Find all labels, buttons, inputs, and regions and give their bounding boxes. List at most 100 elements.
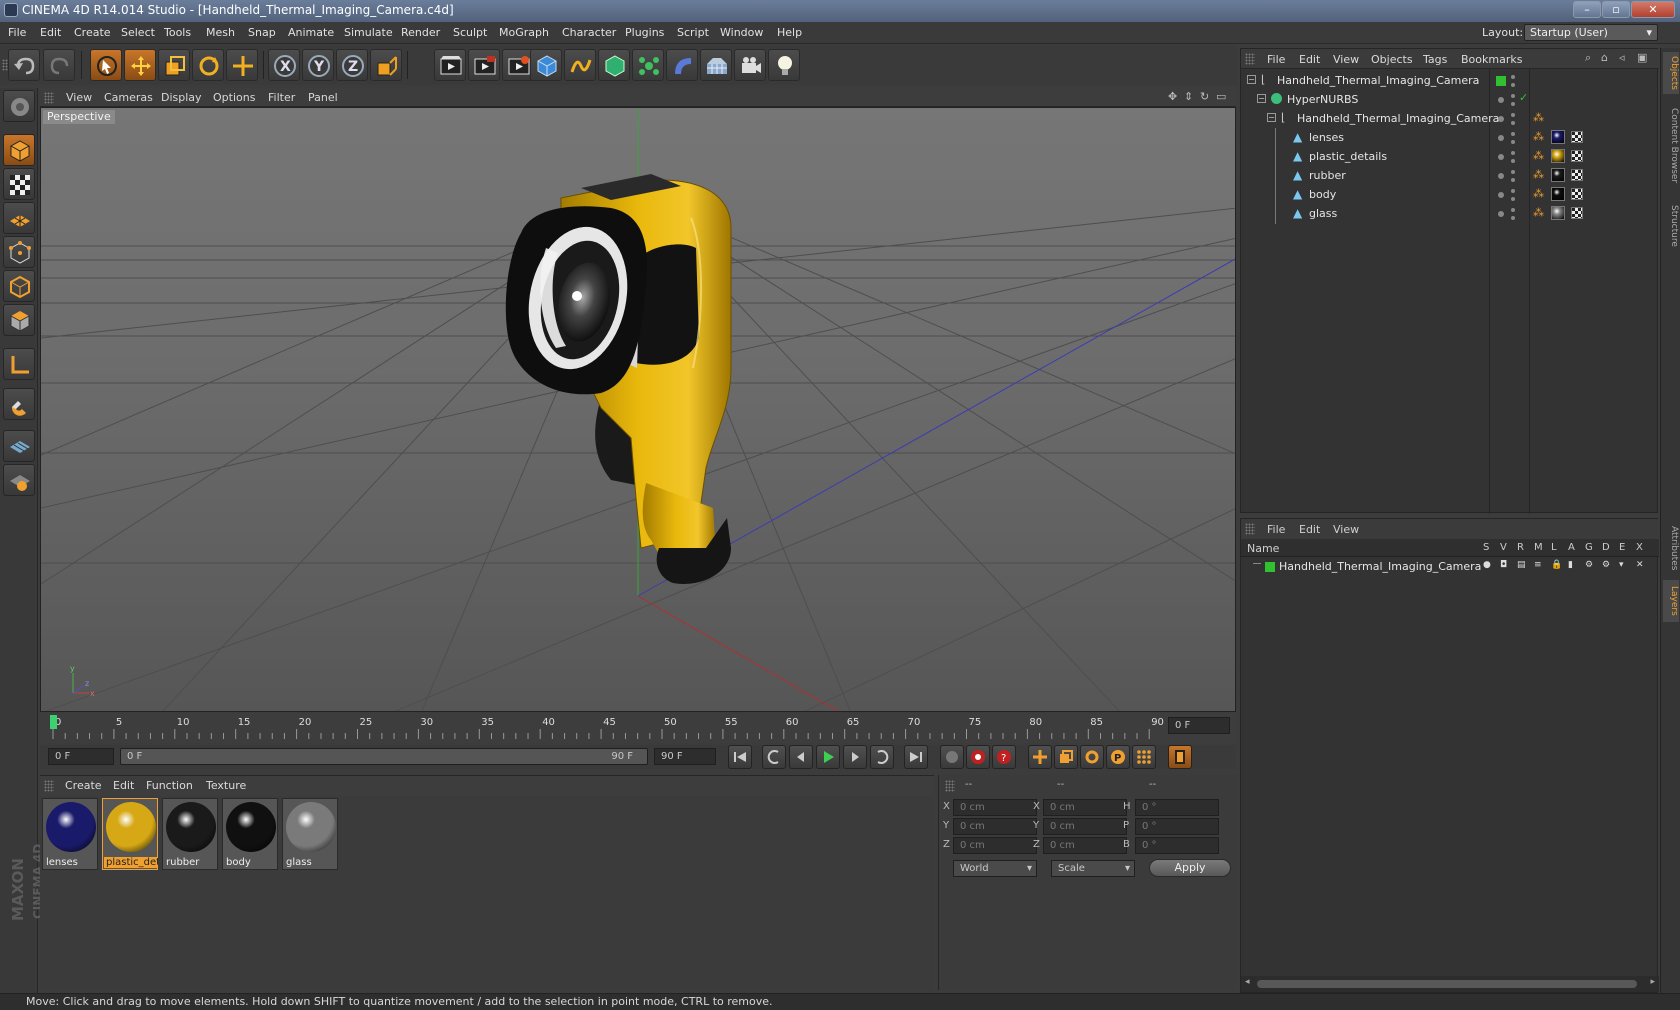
uvw-tag[interactable] <box>1571 188 1583 200</box>
coord-rotation-field[interactable]: 0 ° <box>1135 799 1219 816</box>
material-menu-create[interactable]: Create <box>65 779 102 792</box>
viewport-menu-filter[interactable]: Filter <box>268 91 295 104</box>
layer-col-m[interactable]: M <box>1534 542 1543 553</box>
menu-file[interactable]: File <box>8 26 26 39</box>
phong-tag-icon[interactable]: ⁂ <box>1533 187 1544 200</box>
goto-start-button[interactable] <box>728 745 752 769</box>
add-object-button[interactable] <box>226 49 258 81</box>
x-axis-lock-button[interactable]: X <box>268 49 300 81</box>
layer-col-d[interactable]: D <box>1602 542 1610 553</box>
object-row-body[interactable]: ▲ body ⁂ <box>1241 185 1659 205</box>
key-position-button[interactable] <box>1028 745 1052 769</box>
object-row-plastic-details[interactable]: ▲ plastic_details ⁂ <box>1241 147 1659 167</box>
menu-script[interactable]: Script <box>677 26 709 39</box>
layer-color-swatch[interactable] <box>1265 562 1275 572</box>
model-mode-button[interactable] <box>3 134 35 166</box>
viewport-pan-icon[interactable]: ✥ <box>1168 90 1177 103</box>
goto-end-button[interactable] <box>904 745 928 769</box>
locked-workplane-button[interactable] <box>3 464 35 496</box>
layer-toggle-m-icon[interactable]: ≡ <box>1534 560 1542 570</box>
collapse-toggle[interactable]: − <box>1267 113 1276 122</box>
rotate-button[interactable] <box>192 49 224 81</box>
material-tag[interactable] <box>1551 130 1565 144</box>
viewport-menu-cameras[interactable]: Cameras <box>104 91 153 104</box>
tab-content-browser[interactable]: Content Browser <box>1663 100 1679 192</box>
uvw-tag[interactable] <box>1571 207 1583 219</box>
render-visibility-dot[interactable] <box>1511 178 1515 182</box>
apply-button[interactable]: Apply <box>1149 859 1231 877</box>
menu-mesh[interactable]: Mesh <box>206 26 235 39</box>
redo-button[interactable] <box>43 49 75 81</box>
layer-col-l[interactable]: L <box>1551 542 1557 553</box>
layer-horizontal-scrollbar[interactable]: ◂ ▸ <box>1241 976 1659 992</box>
maximize-button[interactable]: ▫ <box>1602 1 1630 18</box>
tab-objects[interactable]: Objects <box>1663 52 1679 94</box>
undo-button[interactable] <box>8 49 40 81</box>
end-frame-field[interactable]: 90 F <box>654 748 716 765</box>
coord-mode-select[interactable]: World ▾ <box>953 860 1037 877</box>
menu-edit[interactable]: Edit <box>40 26 61 39</box>
scroll-left-icon[interactable]: ◂ <box>1245 977 1250 987</box>
object-menu-view[interactable]: View <box>1333 53 1359 66</box>
points-mode-button[interactable] <box>3 236 35 268</box>
coord-position-field[interactable]: 0 cm <box>953 837 1037 854</box>
editor-visibility-dot[interactable] <box>1511 189 1515 193</box>
frame-range-slider[interactable]: 0 F 90 F <box>120 748 648 765</box>
mograph-cloner-button[interactable] <box>632 49 664 81</box>
editor-visibility-dot[interactable] <box>1498 211 1504 217</box>
timeline-playhead[interactable] <box>50 715 57 729</box>
play-button[interactable] <box>816 745 840 769</box>
object-row-glass[interactable]: ▲ glass ⁂ <box>1241 204 1659 224</box>
layer-menu-edit[interactable]: Edit <box>1299 523 1320 536</box>
phong-tag-icon[interactable]: ⁂ <box>1533 130 1544 143</box>
key-scale-button[interactable] <box>1054 745 1078 769</box>
timeline-ruler[interactable]: 0 5 10 15 20 25 30 35 40 45 50 55 60 65 70 75 80 85 90 0 F <box>40 713 1236 743</box>
move-button[interactable] <box>124 49 156 81</box>
layer-toggle-s-icon[interactable]: ● <box>1483 560 1491 570</box>
material-plastic-det[interactable]: plastic_det <box>102 798 158 870</box>
tab-layers[interactable]: Layers <box>1663 580 1679 622</box>
coord-size-field[interactable]: 0 cm <box>1043 818 1127 835</box>
current-frame-field[interactable]: 0 F <box>1168 717 1230 734</box>
coord-size-field[interactable]: 0 cm <box>1043 799 1127 816</box>
autokeying-button[interactable]: ? <box>992 745 1016 769</box>
collapse-toggle[interactable]: − <box>1247 75 1256 84</box>
layer-col-s[interactable]: S <box>1483 542 1489 553</box>
coordinate-system-button[interactable] <box>370 49 402 81</box>
magnet-tweak-button[interactable] <box>3 388 35 420</box>
render-visibility-dot[interactable] <box>1511 197 1515 201</box>
render-visibility-dot[interactable] <box>1511 102 1515 106</box>
layer-toggle-l-icon[interactable]: 🔒 <box>1551 560 1562 570</box>
material-rubber[interactable]: rubber <box>162 798 218 870</box>
render-visibility-dot[interactable] <box>1511 140 1515 144</box>
layer-col-e[interactable]: E <box>1619 542 1625 553</box>
material-tag[interactable] <box>1551 206 1565 220</box>
material-tag[interactable] <box>1551 187 1565 201</box>
menu-animate[interactable]: Animate <box>288 26 334 39</box>
coord-size-field[interactable]: 0 cm <box>1043 837 1127 854</box>
viewport-menu-options[interactable]: Options <box>213 91 255 104</box>
menu-select[interactable]: Select <box>121 26 155 39</box>
layer-color-swatch[interactable] <box>1496 76 1506 86</box>
cube-primitive-button[interactable] <box>530 49 562 81</box>
search-icon[interactable]: ⌕ <box>1585 51 1591 65</box>
y-axis-lock-button[interactable]: Y <box>302 49 334 81</box>
workplane-mode-button[interactable] <box>3 202 35 234</box>
menu-snap[interactable]: Snap <box>248 26 276 39</box>
enabled-check-icon[interactable]: ✓ <box>1519 91 1528 104</box>
coord-scale-select[interactable]: Scale ▾ <box>1051 860 1135 877</box>
menu-mograph[interactable]: MoGraph <box>499 26 549 39</box>
object-row-handheld-thermal-imaging-camera[interactable]: − ⌊ Handheld_Thermal_Imaging_Camera ⁂ <box>1241 109 1659 129</box>
make-editable-button[interactable] <box>3 90 35 122</box>
key-parameter-button[interactable]: P <box>1106 745 1130 769</box>
snap-enable-button[interactable] <box>3 430 35 462</box>
uvw-tag[interactable] <box>1571 169 1583 181</box>
camera-object-button[interactable] <box>734 49 766 81</box>
layer-toggle-v-icon[interactable]: ◘ <box>1500 560 1507 570</box>
scroll-right-icon[interactable]: ▸ <box>1650 977 1655 987</box>
layer-toggle-e-icon[interactable]: ▾ <box>1619 560 1624 570</box>
perspective-viewport[interactable]: y x z Perspective <box>40 107 1236 712</box>
record-active-objects-button[interactable] <box>966 745 990 769</box>
object-row-lenses[interactable]: ▲ lenses ⁂ <box>1241 128 1659 148</box>
object-row-rubber[interactable]: ▲ rubber ⁂ <box>1241 166 1659 186</box>
